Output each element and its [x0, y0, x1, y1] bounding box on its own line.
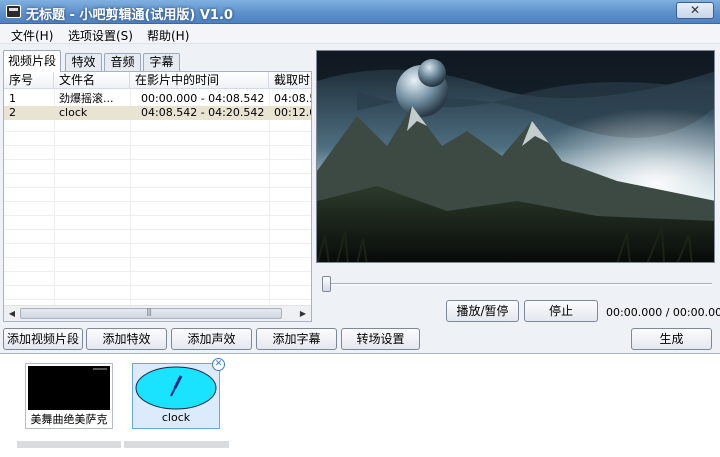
time-display: 00:00.000 / 00:00.000 [606, 306, 720, 319]
menu-help[interactable]: 帮助(H) [147, 27, 189, 44]
row-filename: 劲爆摇滚... [59, 92, 114, 105]
header-clip-time[interactable]: 截取时 [269, 72, 311, 89]
app-icon [6, 5, 21, 18]
row-timeline-time: 00:00.000 - 04:08.542 [141, 92, 265, 105]
row-index: 1 [9, 92, 16, 105]
table-row[interactable]: 1 劲爆摇滚... 00:00.000 - 04:08.542 04:08.5 [4, 92, 312, 106]
clip-thumbnail [28, 366, 110, 410]
preview-frame-image [317, 51, 714, 262]
header-filename[interactable]: 文件名 [54, 72, 130, 89]
generate-button[interactable]: 生成 [631, 328, 712, 350]
transition-settings-button[interactable]: 转场设置 [341, 328, 420, 350]
tab-effects[interactable]: 特效 [65, 53, 102, 71]
list-header: 序号 文件名 在影片中的时间 截取时 [4, 72, 311, 89]
close-button[interactable]: ✕ [676, 2, 714, 19]
video-preview[interactable] [316, 50, 715, 263]
menu-file[interactable]: 文件(H) [11, 27, 53, 44]
row-timeline-time: 04:08.542 - 04:20.542 [141, 106, 265, 119]
stop-button[interactable]: 停止 [524, 300, 598, 322]
title-bar: 无标题 - 小吧剪辑通(试用版) V1.0 ✕ [0, 0, 720, 24]
scroll-thumb[interactable] [20, 307, 282, 319]
remove-clip-icon[interactable]: ✕ [212, 358, 225, 371]
horizontal-scrollbar[interactable]: ◀ ▶ [4, 305, 311, 321]
clip-progress [124, 441, 229, 448]
row-index: 2 [9, 106, 16, 119]
add-sound-button[interactable]: 添加声效 [171, 328, 252, 350]
timeline-clip[interactable]: clock ✕ [132, 358, 225, 429]
play-pause-button[interactable]: 播放/暂停 [446, 300, 519, 322]
tab-audio[interactable]: 音频 [104, 53, 141, 71]
table-row[interactable]: 2 clock 04:08.542 - 04:20.542 00:12.0 [4, 106, 312, 120]
row-clip-time: 04:08.5 [274, 92, 312, 105]
clip-panel: 视频片段 特效 音频 字幕 序号 文件名 在影片中的时间 截取时 1 劲爆摇滚.… [3, 50, 312, 322]
menu-options[interactable]: 选项设置(S) [68, 27, 133, 44]
header-timeline-time[interactable]: 在影片中的时间 [130, 72, 269, 89]
tab-video-clips[interactable]: 视频片段 [3, 50, 61, 72]
seek-slider-thumb[interactable] [322, 276, 331, 292]
clip-list[interactable]: 序号 文件名 在影片中的时间 截取时 1 劲爆摇滚... 00:00.000 -… [3, 71, 312, 322]
row-clip-time: 00:12.0 [274, 106, 312, 119]
timeline-clip[interactable]: 美舞曲绝美萨克 [25, 363, 113, 429]
scroll-right-icon[interactable]: ▶ [297, 308, 309, 319]
window-title: 无标题 - 小吧剪辑通(试用版) V1.0 [26, 8, 233, 23]
menu-bar: 文件(H) 选项设置(S) 帮助(H) [0, 24, 720, 44]
clip-progress [17, 441, 121, 448]
tab-subtitles[interactable]: 字幕 [143, 53, 180, 71]
scroll-left-icon[interactable]: ◀ [6, 308, 18, 319]
header-index[interactable]: 序号 [4, 72, 54, 89]
add-effect-button[interactable]: 添加特效 [86, 328, 167, 350]
row-filename: clock [59, 106, 88, 119]
timeline-strip[interactable]: 美舞曲绝美萨克 clock ✕ [0, 353, 720, 457]
add-subtitle-button[interactable]: 添加字幕 [256, 328, 337, 350]
seek-track[interactable] [324, 283, 712, 285]
clip-label: clock [161, 411, 191, 424]
clip-thumbnail [135, 366, 217, 410]
add-clip-button[interactable]: 添加视频片段 [3, 328, 83, 350]
clip-label: 美舞曲绝美萨克 [30, 413, 108, 426]
